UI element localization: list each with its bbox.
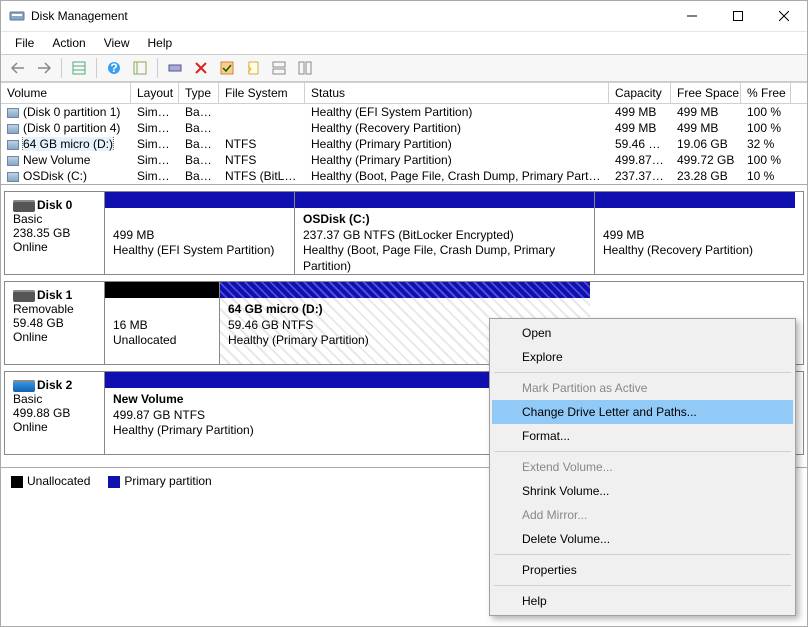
menu-view[interactable]: View xyxy=(96,34,138,52)
partition[interactable]: 499 MBHealthy (Recovery Partition) xyxy=(595,192,795,274)
col-freespace[interactable]: Free Space xyxy=(671,83,741,103)
disk-row: Disk 0Basic238.35 GBOnline 499 MBHealthy… xyxy=(4,191,804,275)
partition-header xyxy=(295,192,594,208)
cm-format[interactable]: Format... xyxy=(492,424,793,448)
forward-button[interactable] xyxy=(33,57,55,79)
list-header: Volume Layout Type File System Status Ca… xyxy=(1,82,807,104)
partition-body: 16 MBUnallocated xyxy=(105,298,219,364)
volume-icon xyxy=(7,140,19,150)
partition-body: OSDisk (C:)237.37 GB NTFS (BitLocker Enc… xyxy=(295,208,594,274)
legend-swatch-unallocated xyxy=(11,476,23,488)
volume-icon xyxy=(7,108,19,118)
settings-button[interactable] xyxy=(129,57,151,79)
context-menu: Open Explore Mark Partition as Active Ch… xyxy=(489,318,796,616)
legend-primary: Primary partition xyxy=(124,474,211,488)
menu-action[interactable]: Action xyxy=(44,34,93,52)
legend-swatch-primary xyxy=(108,476,120,488)
volume-row[interactable]: 64 GB micro (D:)SimpleBasicNTFSHealthy (… xyxy=(1,136,807,152)
col-filesystem[interactable]: File System xyxy=(219,83,305,103)
help-button[interactable]: ? xyxy=(103,57,125,79)
partition-button[interactable] xyxy=(164,57,186,79)
svg-text:?: ? xyxy=(110,61,117,75)
layout-button[interactable] xyxy=(268,57,290,79)
app-icon xyxy=(9,8,25,24)
menu-help[interactable]: Help xyxy=(140,34,181,52)
col-status[interactable]: Status xyxy=(305,83,609,103)
volume-list: Volume Layout Type File System Status Ca… xyxy=(1,82,807,185)
disk-icon xyxy=(13,290,35,302)
disk-info: Disk 0Basic238.35 GBOnline xyxy=(5,192,105,274)
cm-mark-active: Mark Partition as Active xyxy=(492,376,793,400)
volume-row[interactable]: (Disk 0 partition 1)SimpleBasicHealthy (… xyxy=(1,104,807,120)
volume-icon xyxy=(7,124,19,134)
disk-info: Disk 1Removable59.48 GBOnline xyxy=(5,282,105,364)
cm-explore[interactable]: Explore xyxy=(492,345,793,369)
cm-properties[interactable]: Properties xyxy=(492,558,793,582)
volume-icon xyxy=(7,172,19,182)
volume-row[interactable]: OSDisk (C:)SimpleBasicNTFS (BitLo...Heal… xyxy=(1,168,807,184)
delete-button[interactable] xyxy=(190,57,212,79)
titlebar: Disk Management xyxy=(1,1,807,32)
volume-row[interactable]: New VolumeSimpleBasicNTFSHealthy (Primar… xyxy=(1,152,807,168)
volume-icon xyxy=(7,156,19,166)
legend-unallocated: Unallocated xyxy=(27,474,90,488)
partition[interactable]: 499 MBHealthy (EFI System Partition) xyxy=(105,192,295,274)
partition-header xyxy=(105,282,219,298)
col-volume[interactable]: Volume xyxy=(1,83,131,103)
toolbar: ? xyxy=(1,54,807,82)
back-button[interactable] xyxy=(7,57,29,79)
close-button[interactable] xyxy=(761,1,807,31)
col-layout[interactable]: Layout xyxy=(131,83,179,103)
disk-info: Disk 2Basic499.88 GBOnline xyxy=(5,372,105,454)
partition-header xyxy=(220,282,590,298)
partition[interactable]: OSDisk (C:)237.37 GB NTFS (BitLocker Enc… xyxy=(295,192,595,274)
new-button[interactable] xyxy=(242,57,264,79)
menubar: File Action View Help xyxy=(1,32,807,54)
col-pctfree[interactable]: % Free xyxy=(741,83,791,103)
menu-file[interactable]: File xyxy=(7,34,42,52)
partition-header xyxy=(595,192,795,208)
partition-header xyxy=(105,192,294,208)
cm-extend: Extend Volume... xyxy=(492,455,793,479)
split-button[interactable] xyxy=(294,57,316,79)
check-button[interactable] xyxy=(216,57,238,79)
window-title: Disk Management xyxy=(31,9,669,23)
cm-help[interactable]: Help xyxy=(492,589,793,613)
cm-shrink[interactable]: Shrink Volume... xyxy=(492,479,793,503)
cm-change-letter[interactable]: Change Drive Letter and Paths... xyxy=(492,400,793,424)
cm-open[interactable]: Open xyxy=(492,321,793,345)
disk-icon xyxy=(13,200,35,212)
volume-row[interactable]: (Disk 0 partition 4)SimpleBasicHealthy (… xyxy=(1,120,807,136)
col-capacity[interactable]: Capacity xyxy=(609,83,671,103)
maximize-button[interactable] xyxy=(715,1,761,31)
partition[interactable]: 16 MBUnallocated xyxy=(105,282,220,364)
view-list-button[interactable] xyxy=(68,57,90,79)
disk-icon xyxy=(13,380,35,392)
partition-body: 499 MBHealthy (EFI System Partition) xyxy=(105,208,294,274)
cm-mirror: Add Mirror... xyxy=(492,503,793,527)
col-type[interactable]: Type xyxy=(179,83,219,103)
partition-body: 499 MBHealthy (Recovery Partition) xyxy=(595,208,795,274)
cm-delete[interactable]: Delete Volume... xyxy=(492,527,793,551)
minimize-button[interactable] xyxy=(669,1,715,31)
